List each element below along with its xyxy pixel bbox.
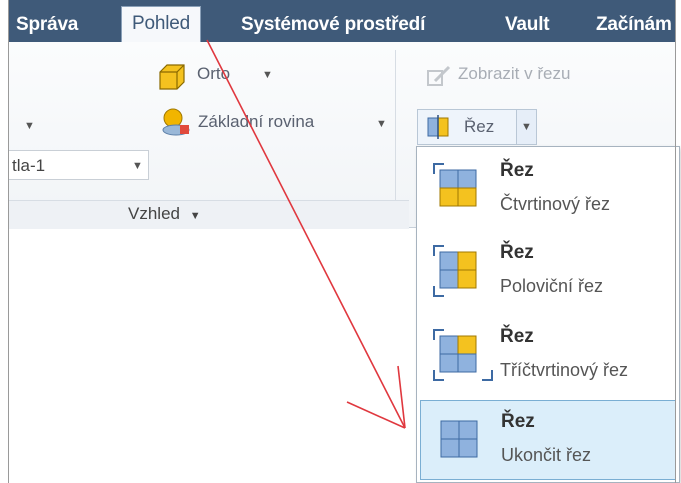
window-frame	[8, 0, 676, 483]
